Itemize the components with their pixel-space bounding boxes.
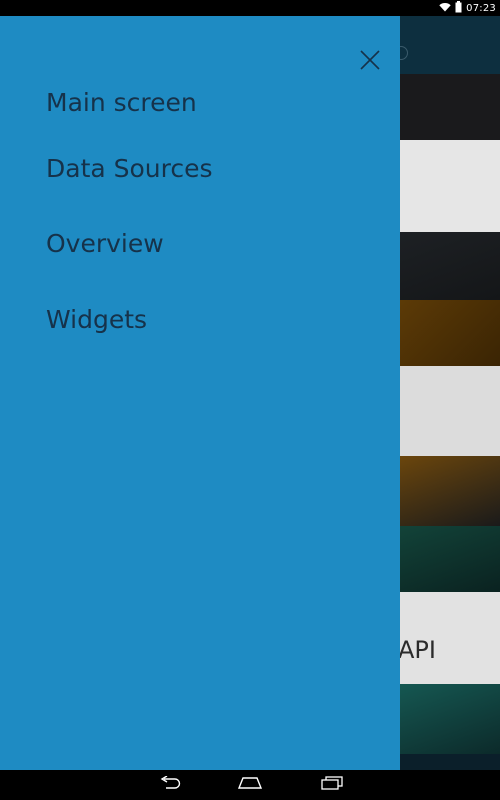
recent-apps-button[interactable] — [318, 775, 346, 795]
bg-partial-label: API — [398, 636, 436, 664]
menu-item-main-screen[interactable]: Main screen — [46, 88, 197, 117]
close-icon — [359, 49, 381, 76]
battery-icon — [455, 0, 462, 16]
back-button[interactable] — [156, 774, 184, 795]
status-bar: 07:23 — [0, 0, 500, 16]
home-button[interactable] — [236, 775, 264, 795]
home-icon — [237, 776, 263, 795]
wifi-icon — [439, 2, 451, 15]
menu-item-overview[interactable]: Overview — [46, 229, 164, 258]
menu-item-data-sources[interactable]: Data Sources — [46, 154, 213, 183]
close-button[interactable] — [352, 44, 388, 80]
status-icons: 07:23 — [439, 0, 496, 16]
navigation-drawer: Main screen Data Sources Overview Widget… — [0, 16, 400, 770]
menu-item-widgets[interactable]: Widgets — [46, 305, 147, 334]
system-nav-bar — [0, 770, 500, 800]
recent-apps-icon — [321, 775, 343, 795]
status-time: 07:23 — [466, 2, 496, 14]
back-icon — [158, 774, 182, 795]
